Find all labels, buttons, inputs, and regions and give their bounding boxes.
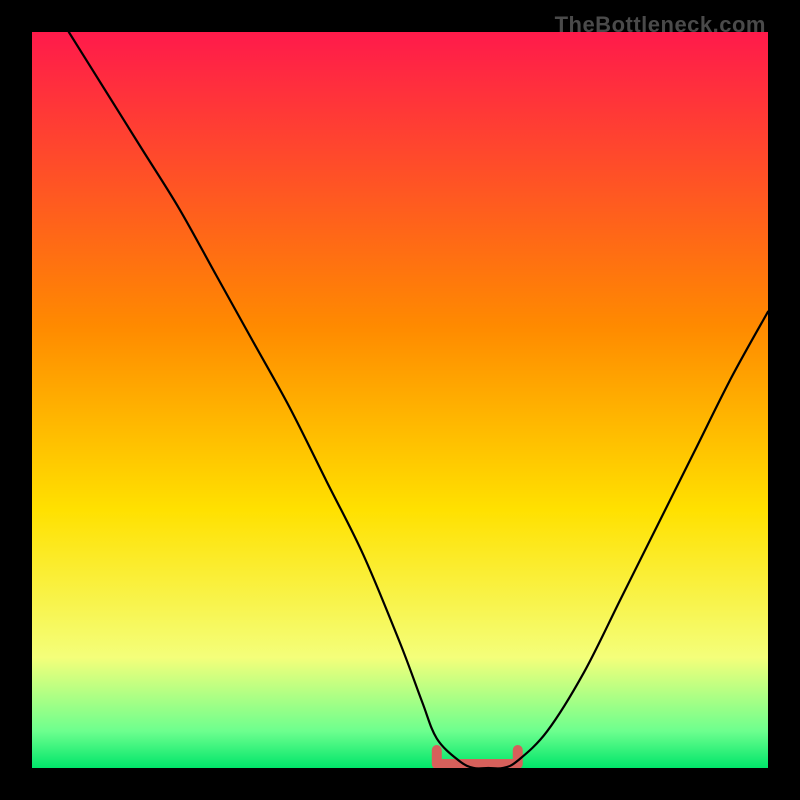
plot-area — [32, 32, 768, 768]
gradient-background — [32, 32, 768, 768]
bottleneck-chart — [32, 32, 768, 768]
chart-frame: { "watermark": "TheBottleneck.com", "col… — [0, 0, 800, 800]
